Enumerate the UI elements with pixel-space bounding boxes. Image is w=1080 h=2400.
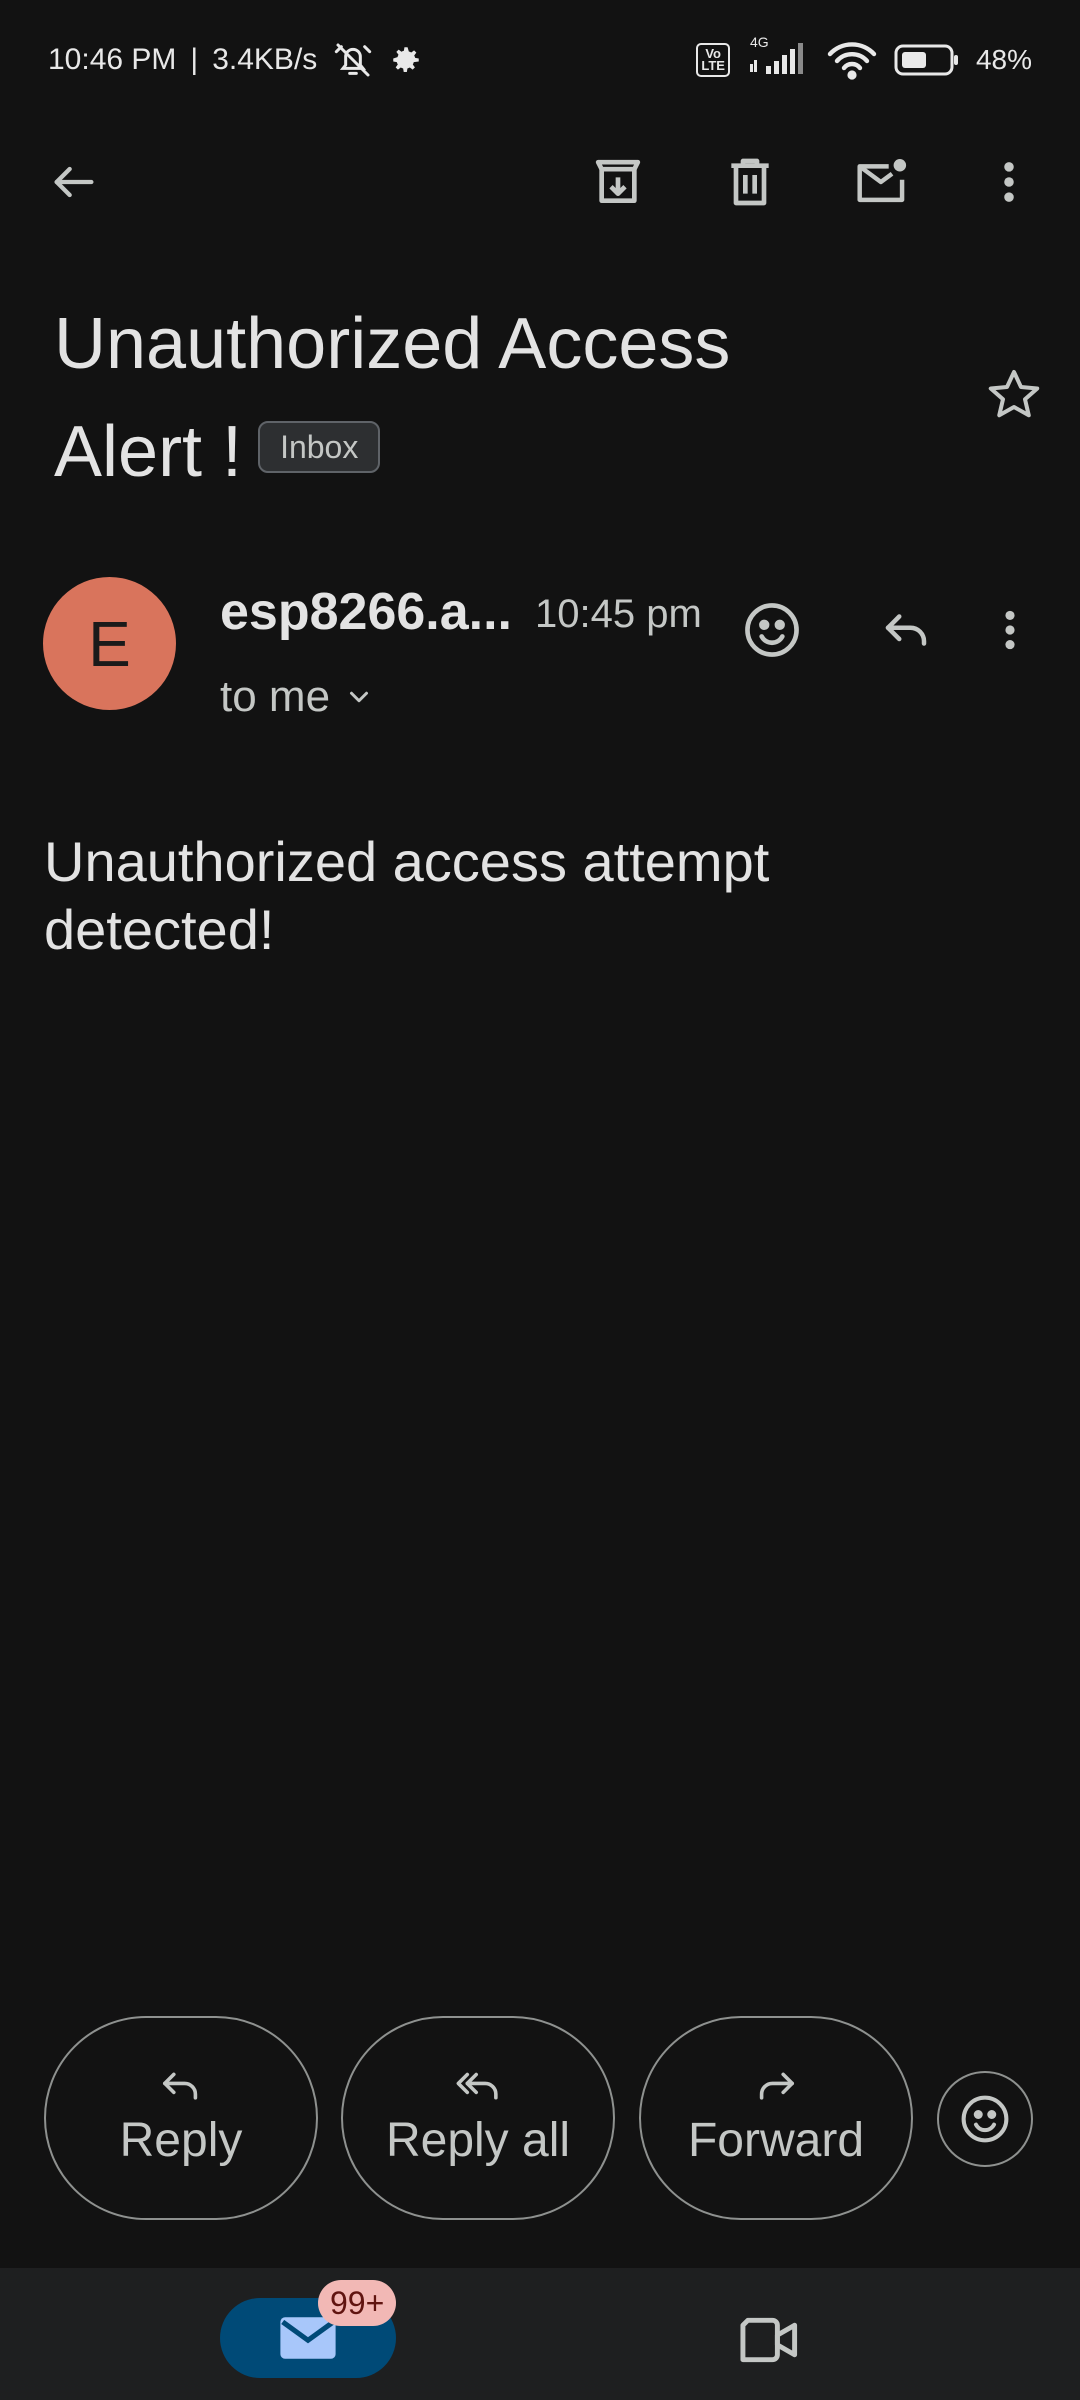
body-line-2: detected! — [44, 898, 275, 961]
recipient-details[interactable]: to me — [220, 672, 374, 722]
reply-button[interactable]: Reply — [44, 2016, 318, 2220]
delete-icon[interactable] — [718, 150, 782, 214]
unread-count-badge: 99+ — [318, 2280, 397, 2326]
more-vert-icon[interactable] — [977, 150, 1041, 214]
subject-line-2-row: Alert ! Inbox — [54, 398, 934, 506]
meet-video-icon[interactable] — [738, 2312, 802, 2368]
status-net-speed: 3.4KB/s — [212, 43, 318, 76]
reply-icon[interactable] — [874, 598, 938, 662]
chevron-down-icon — [350, 691, 369, 703]
subject-line-1: Unauthorized Access — [54, 304, 731, 384]
back-arrow-icon[interactable] — [42, 150, 106, 214]
battery-percent: 48% — [975, 44, 1032, 75]
react-emoji-button[interactable] — [937, 2071, 1033, 2167]
star-icon[interactable] — [984, 365, 1044, 425]
body-line-1: Unauthorized access attempt — [44, 830, 770, 893]
status-separator: | — [190, 43, 199, 76]
archive-icon[interactable] — [586, 150, 650, 214]
reply-label: Reply — [119, 2113, 243, 2167]
status-time: 10:46 PM — [48, 43, 177, 76]
emoji-icon — [961, 2095, 1009, 2143]
subject-line-2: Alert ! — [54, 412, 243, 492]
reply-all-button[interactable]: Reply all — [341, 2016, 615, 2220]
alarm-off-icon — [331, 40, 375, 80]
forward-icon — [759, 2072, 794, 2100]
reply-all-icon — [456, 2072, 498, 2099]
inbox-label-chip[interactable]: Inbox — [258, 420, 381, 473]
forward-label: Forward — [687, 2113, 865, 2167]
status-bar: 10:46 PM | 3.4KB/s Vo LTE 4G 48% — [0, 0, 1080, 120]
email-subject: Unauthorized Access Alert ! Inbox — [54, 290, 934, 506]
reply-icon — [163, 2072, 198, 2100]
recipient-label: to me — [220, 672, 331, 721]
signal-icon: 4G — [746, 34, 810, 78]
reply-all-label: Reply all — [385, 2113, 571, 2167]
battery-icon — [894, 43, 960, 77]
forward-button[interactable]: Forward — [639, 2016, 913, 2220]
status-left: 10:46 PM | 3.4KB/s — [48, 40, 423, 80]
settings-gear-icon — [389, 43, 423, 77]
mark-unread-icon[interactable] — [850, 150, 914, 214]
sent-time: 10:45 pm — [535, 592, 702, 636]
add-reaction-icon[interactable] — [740, 598, 804, 662]
message-more-icon[interactable] — [988, 598, 1032, 662]
bottom-navigation: 99+ — [0, 2268, 1080, 2400]
wifi-icon — [826, 40, 878, 80]
sender-name[interactable]: esp8266.a... — [220, 582, 512, 642]
sender-avatar[interactable]: E — [43, 577, 176, 710]
email-body: Unauthorized access attempt detected! — [44, 828, 1004, 964]
status-right: Vo LTE 4G 48% — [696, 34, 1032, 80]
volte-icon: Vo LTE — [696, 43, 730, 77]
top-app-bar — [0, 130, 1080, 230]
